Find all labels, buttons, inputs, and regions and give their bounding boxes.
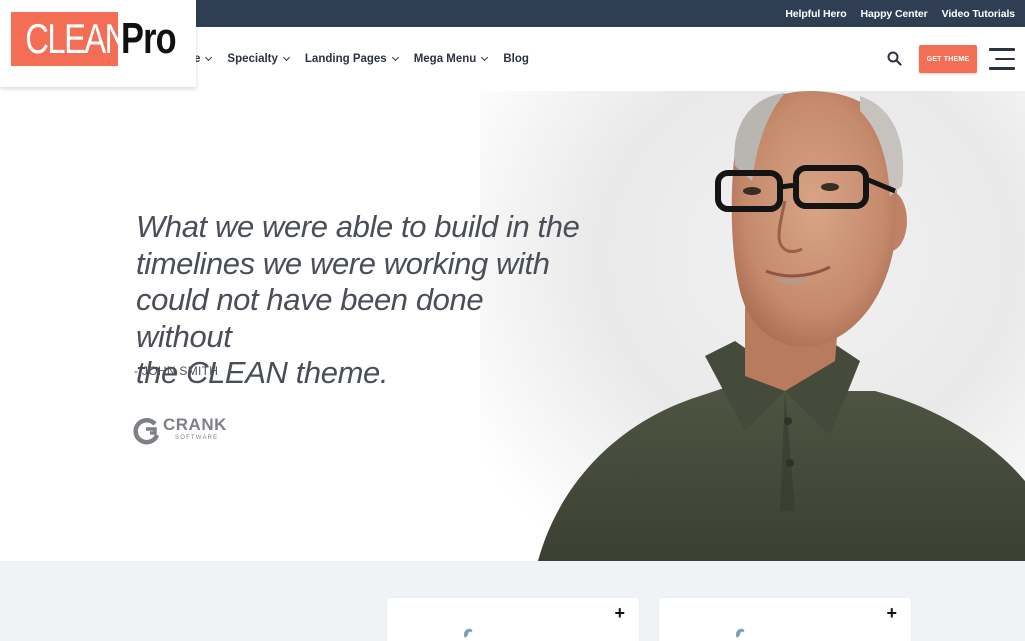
- top-links: Helpful Hero Happy Center Video Tutorial…: [785, 0, 1015, 27]
- chevron-down-icon: [391, 53, 399, 62]
- top-link-video-tutorials[interactable]: Video Tutorials: [942, 8, 1015, 20]
- nav-item-blog[interactable]: Blog: [503, 53, 529, 65]
- logo-pro-text: Pro: [121, 14, 177, 63]
- client-name: CRANK: [163, 415, 227, 434]
- crank-logo-icon: [133, 418, 160, 445]
- nav-item-mega-menu[interactable]: Mega Menu: [413, 53, 489, 65]
- testimonial-author: - JOHN SMITH: [134, 364, 219, 378]
- plus-icon[interactable]: +: [886, 604, 897, 622]
- nav-item-label: Landing Pages: [304, 53, 387, 65]
- nav-item-specialty[interactable]: Specialty: [227, 53, 290, 65]
- testimonial-portrait: [538, 91, 1025, 561]
- feature-icon: [736, 628, 745, 638]
- quote-line: What we were able to build in the: [136, 209, 580, 244]
- logo[interactable]: CLEAN Pro: [0, 0, 196, 87]
- feature-card[interactable]: +: [659, 598, 911, 641]
- chevron-down-icon: [205, 53, 213, 62]
- chevron-down-icon: [282, 53, 290, 62]
- top-link-happy-center[interactable]: Happy Center: [861, 8, 928, 20]
- feature-card[interactable]: +: [387, 598, 639, 641]
- logo-clean-mark: CLEAN: [11, 12, 128, 66]
- search-icon[interactable]: [887, 51, 902, 66]
- nav-item-landing-pages[interactable]: Landing Pages: [304, 53, 399, 65]
- testimonial-hero: What we were able to build in the timeli…: [0, 91, 1025, 561]
- client-subtitle: SOFTWARE: [175, 435, 219, 441]
- chevron-down-icon: [481, 53, 489, 62]
- page: Helpful Hero Happy Center Video Tutorial…: [0, 0, 1025, 641]
- feature-icon: [464, 628, 473, 638]
- main-nav: e Specialty Landing Pages Mega Menu Blog: [194, 27, 529, 91]
- get-theme-button[interactable]: GET THEME: [919, 45, 977, 73]
- quote-line: timelines we were working with: [136, 245, 550, 281]
- plus-icon[interactable]: +: [614, 604, 625, 622]
- top-link-helpful-hero[interactable]: Helpful Hero: [785, 8, 846, 20]
- features-section: + +: [0, 561, 1025, 641]
- nav-item-home[interactable]: e: [194, 53, 213, 65]
- nav-item-label: Specialty: [227, 53, 278, 65]
- hamburger-icon[interactable]: [989, 48, 1015, 70]
- nav-item-label: Mega Menu: [413, 53, 477, 65]
- client-logo: CRANK SOFTWARE: [133, 413, 243, 447]
- quote-line: could not have been done without: [136, 282, 484, 354]
- nav-item-label: Blog: [503, 53, 529, 65]
